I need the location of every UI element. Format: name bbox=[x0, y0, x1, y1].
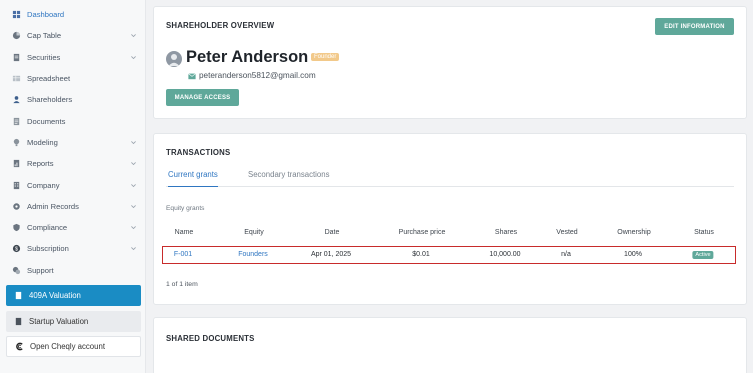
chevron-down-icon bbox=[131, 162, 136, 166]
manage-access-button[interactable]: MANAGE ACCESS bbox=[166, 89, 239, 106]
transactions-title: TRANSACTIONS bbox=[166, 148, 231, 157]
column-header-date: Date bbox=[324, 229, 340, 236]
user-icon bbox=[168, 54, 180, 66]
document-icon bbox=[14, 291, 23, 300]
company-icon bbox=[12, 181, 21, 190]
equity-link[interactable]: Founders bbox=[238, 251, 268, 258]
sidebar-item-label: Cap Table bbox=[27, 31, 62, 41]
sidebar-item-label: Securities bbox=[27, 52, 61, 62]
sidebar-item-support[interactable]: Support bbox=[0, 260, 145, 281]
chevron-down-icon bbox=[131, 141, 136, 145]
startup-valuation-label: Startup Valuation bbox=[29, 317, 89, 326]
shareholder-name: Peter Anderson bbox=[186, 48, 309, 66]
sidebar-item-securities[interactable]: Securities bbox=[0, 47, 145, 68]
edit-information-button[interactable]: EDIT INFORMATION bbox=[655, 18, 734, 35]
overview-title: SHAREHOLDER OVERVIEW bbox=[166, 21, 275, 30]
avatar bbox=[166, 51, 182, 67]
tab-secondary-transactions[interactable]: Secondary transactions bbox=[248, 170, 329, 187]
sidebar-item-label: Support bbox=[27, 265, 54, 275]
svg-text:$: $ bbox=[15, 247, 18, 253]
sidebar-item-dashboard[interactable]: Dashboard bbox=[0, 4, 145, 25]
sidebar-item-spreadsheet[interactable]: Spreadsheet bbox=[0, 68, 145, 89]
column-header-vested: Vested bbox=[556, 229, 578, 236]
sidebar: Dashboard Cap Table Securities Spreadshe… bbox=[0, 0, 146, 373]
sidebar-item-label: Documents bbox=[27, 116, 66, 126]
sidebar-item-shareholders[interactable]: Shareholders bbox=[0, 89, 145, 110]
409a-valuation-button[interactable]: 409A Valuation bbox=[6, 285, 141, 306]
chevron-down-icon bbox=[131, 55, 136, 59]
column-header-status: Status bbox=[694, 229, 714, 236]
grant-name-link[interactable]: F-001 bbox=[174, 251, 192, 258]
ownership-value: 100% bbox=[624, 251, 642, 258]
grant-date: Apr 01, 2025 bbox=[310, 251, 352, 258]
vested-value: n/a bbox=[561, 251, 571, 258]
sidebar-item-label: Reports bbox=[27, 159, 54, 169]
transactions-tabs: Current grants Secondary transactions bbox=[166, 170, 734, 187]
column-header-purchase-price: Purchase price bbox=[398, 229, 446, 236]
modeling-icon bbox=[12, 138, 21, 147]
subscription-icon: $ bbox=[12, 244, 21, 253]
sidebar-item-label: Company bbox=[27, 180, 60, 190]
pagination-summary: 1 of 1 item bbox=[166, 281, 198, 288]
status-badge: Active bbox=[692, 250, 714, 259]
open-cheqly-account-label: Open Cheqly account bbox=[30, 342, 105, 351]
cheqly-logo-icon bbox=[15, 342, 24, 351]
reports-icon bbox=[12, 159, 21, 168]
column-header-name: Name bbox=[174, 229, 194, 236]
dashboard-icon bbox=[12, 10, 21, 19]
chevron-down-icon bbox=[131, 183, 136, 187]
startup-valuation-button[interactable]: Startup Valuation bbox=[6, 311, 141, 332]
transactions-card: TRANSACTIONS Current grants Secondary tr… bbox=[153, 133, 747, 305]
sidebar-item-compliance[interactable]: Compliance bbox=[0, 217, 145, 238]
shares-value: 10,000.00 bbox=[489, 251, 521, 258]
shareholder-overview-card: SHAREHOLDER OVERVIEW EDIT INFORMATION Pe… bbox=[153, 6, 747, 119]
purchase-price: $0.01 bbox=[412, 251, 430, 258]
cap-table-icon bbox=[12, 31, 21, 40]
sidebar-item-reports[interactable]: Reports bbox=[0, 153, 145, 174]
shareholder-email: peteranderson5812@gmail.com bbox=[199, 71, 316, 80]
compliance-icon bbox=[12, 223, 21, 232]
sidebar-item-label: Dashboard bbox=[27, 10, 65, 20]
column-header-equity: Equity bbox=[244, 229, 264, 236]
sidebar-item-company[interactable]: Company bbox=[0, 174, 145, 195]
tab-current-grants[interactable]: Current grants bbox=[168, 170, 218, 187]
sidebar-nav: Dashboard Cap Table Securities Spreadshe… bbox=[0, 4, 145, 281]
chevron-down-icon bbox=[131, 204, 136, 208]
sidebar-item-modeling[interactable]: Modeling bbox=[0, 132, 145, 153]
chevron-down-icon bbox=[131, 247, 136, 251]
sidebar-item-label: Subscription bbox=[27, 244, 69, 254]
chevron-down-icon bbox=[131, 226, 136, 230]
shareholders-icon bbox=[12, 95, 21, 104]
table-header: Name Equity Date Purchase price Shares V… bbox=[162, 229, 734, 239]
table-row[interactable]: F-001 Founders Apr 01, 2025 $0.01 10,000… bbox=[162, 246, 736, 264]
documents-icon bbox=[12, 117, 21, 126]
409a-valuation-label: 409A Valuation bbox=[29, 291, 81, 300]
spreadsheet-icon bbox=[12, 74, 21, 83]
sidebar-item-label: Spreadsheet bbox=[27, 74, 71, 84]
sidebar-item-label: Compliance bbox=[27, 223, 68, 233]
sidebar-item-subscription[interactable]: $ Subscription bbox=[0, 238, 145, 259]
support-icon bbox=[12, 266, 21, 275]
column-header-shares: Shares bbox=[494, 229, 518, 236]
email-icon bbox=[188, 73, 196, 80]
sidebar-item-label: Shareholders bbox=[27, 95, 73, 105]
securities-icon bbox=[12, 53, 21, 62]
shared-documents-card: SHARED DOCUMENTS bbox=[153, 317, 747, 373]
sidebar-item-label: Modeling bbox=[27, 137, 58, 147]
chevron-down-icon bbox=[131, 34, 136, 38]
role-badge: Founder bbox=[311, 53, 340, 61]
document-icon bbox=[14, 317, 23, 326]
sidebar-item-admin-records[interactable]: Admin Records bbox=[0, 196, 145, 217]
open-cheqly-account-button[interactable]: Open Cheqly account bbox=[6, 336, 141, 357]
sidebar-item-label: Admin Records bbox=[27, 201, 79, 211]
sidebar-item-cap-table[interactable]: Cap Table bbox=[0, 25, 145, 46]
column-header-ownership: Ownership bbox=[617, 229, 651, 236]
equity-grants-label: Equity grants bbox=[166, 205, 205, 212]
shared-documents-title: SHARED DOCUMENTS bbox=[166, 334, 255, 343]
admin-records-icon bbox=[12, 202, 21, 211]
sidebar-item-documents[interactable]: Documents bbox=[0, 110, 145, 131]
